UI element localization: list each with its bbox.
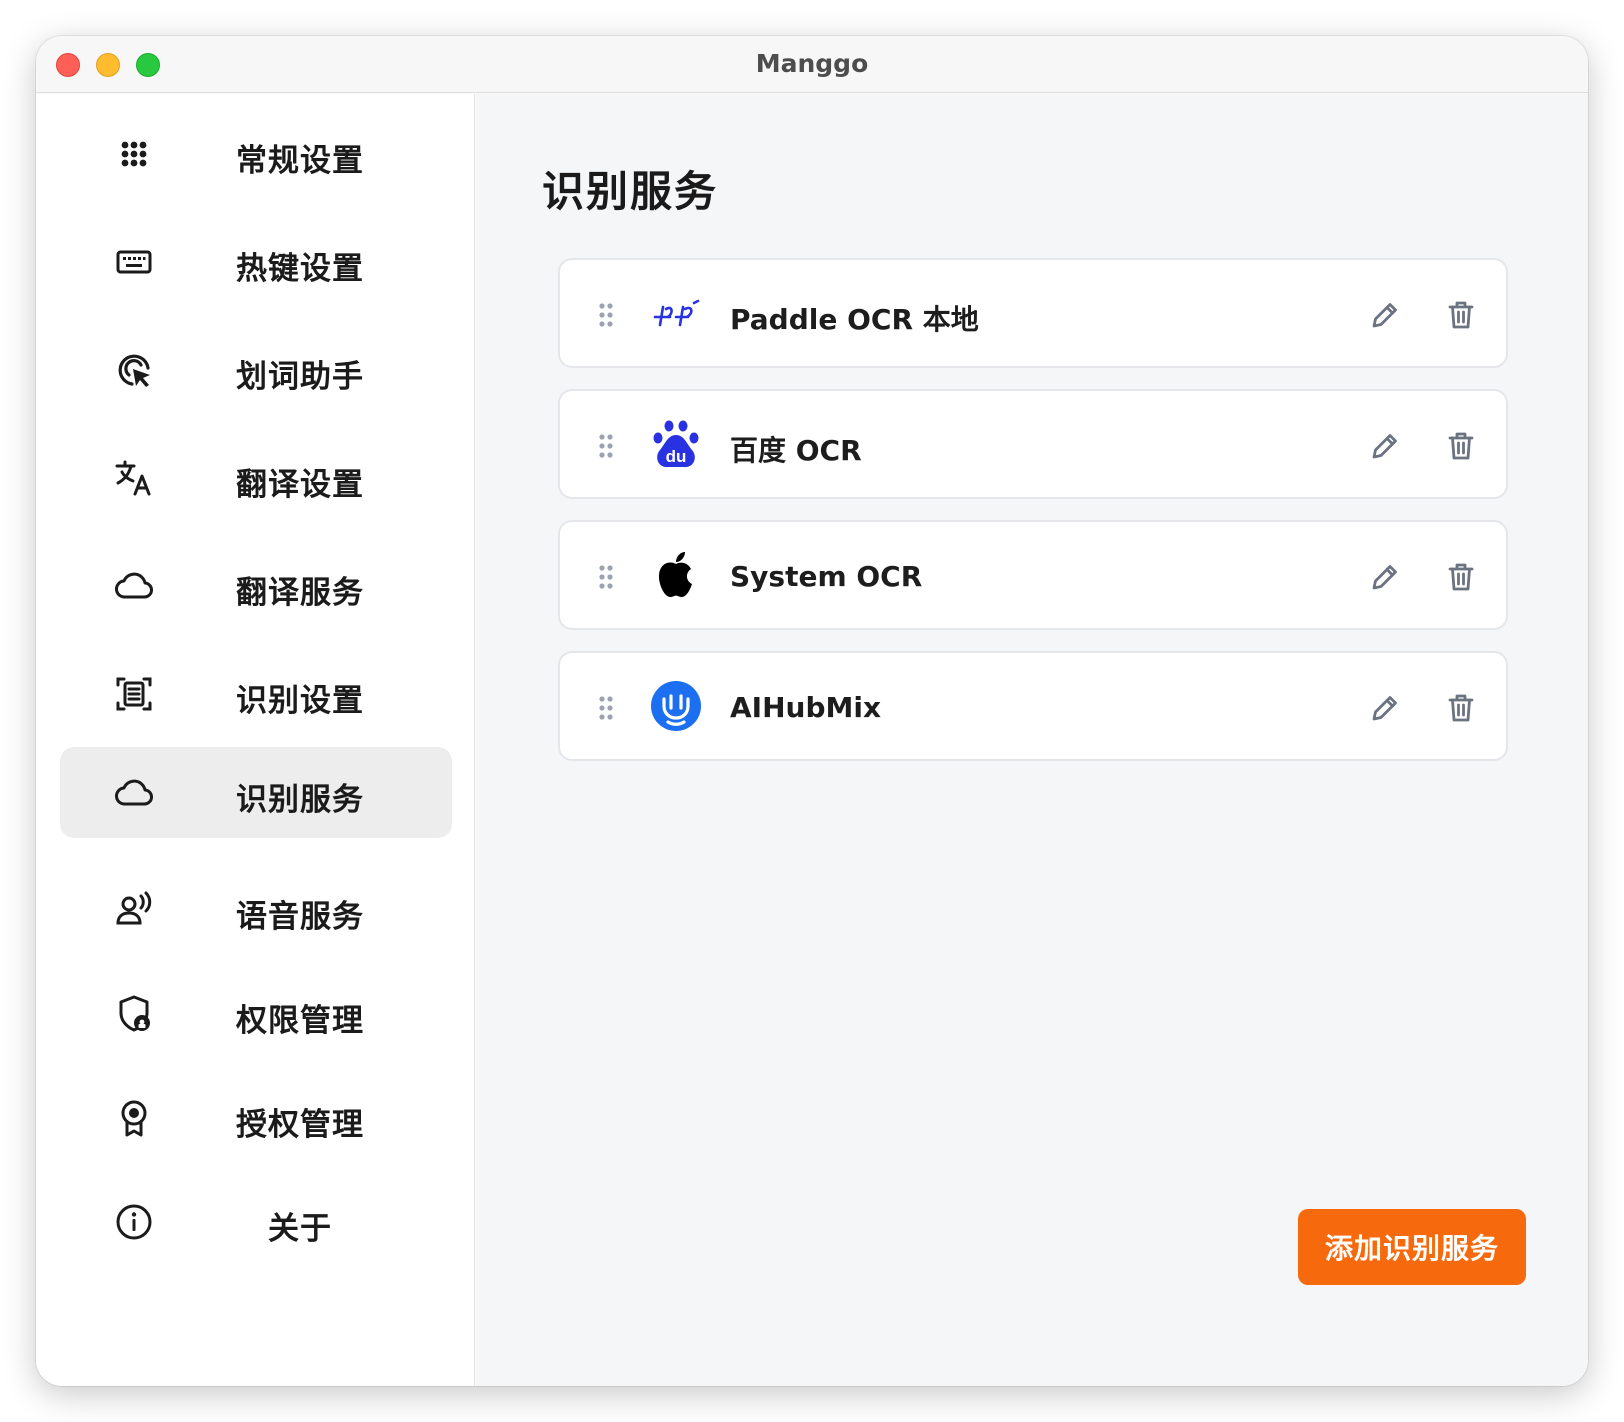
service-name: AIHubMix [730, 691, 882, 724]
sidebar-item-label: 翻译服务 [236, 575, 364, 611]
trash-icon[interactable] [1444, 691, 1478, 725]
sidebar-item-label: 热键设置 [236, 251, 364, 287]
edit-icon[interactable] [1368, 691, 1402, 725]
aihubmix-logo-icon [650, 680, 702, 732]
drag-handle-icon[interactable] [596, 300, 616, 330]
sidebar-item-ocr-settings[interactable]: 识别设置 [60, 648, 452, 739]
drag-handle-icon[interactable] [596, 562, 616, 592]
drag-handle-icon[interactable] [596, 431, 616, 461]
page-title: 识别服务 [542, 167, 719, 216]
shield-lock-icon [114, 994, 154, 1034]
info-icon [114, 1202, 154, 1242]
trash-icon[interactable] [1444, 560, 1478, 594]
grid-icon [114, 134, 154, 174]
sidebar: 常规设置 热键设置 划词助手 翻译设置 翻译服务 识别设置 识别服务 语音服务 … [36, 94, 475, 1386]
sidebar-item-license[interactable]: 授权管理 [60, 1072, 452, 1163]
sidebar-item-label: 语音服务 [236, 899, 364, 935]
keyboard-icon [114, 242, 154, 282]
add-ocr-service-button[interactable]: 添加识别服务 [1298, 1209, 1526, 1285]
sidebar-item-label: 翻译设置 [236, 467, 364, 503]
apple-logo-icon [650, 549, 702, 601]
sidebar-item-about[interactable]: 关于 [60, 1176, 452, 1267]
sidebar-item-label: 关于 [268, 1211, 332, 1247]
sidebar-item-ocr-services[interactable]: 识别服务 [60, 747, 452, 838]
baidu-logo-icon: du [650, 418, 702, 470]
cloud-icon [114, 773, 154, 813]
drag-handle-icon[interactable] [596, 693, 616, 723]
sidebar-item-hotkeys[interactable]: 热键设置 [60, 216, 452, 307]
service-card-baidu-ocr[interactable]: du 百度 OCR [558, 389, 1508, 499]
sidebar-item-translate-settings[interactable]: 翻译设置 [60, 432, 452, 523]
scan-text-icon [114, 674, 154, 714]
title-bar: Manggo [36, 36, 1588, 93]
edit-icon[interactable] [1368, 560, 1402, 594]
cursor-click-icon [114, 350, 154, 390]
sidebar-item-label: 识别设置 [236, 683, 364, 719]
service-name: 百度 OCR [730, 434, 862, 467]
trash-icon[interactable] [1444, 429, 1478, 463]
edit-icon[interactable] [1368, 429, 1402, 463]
svg-text:du: du [666, 447, 687, 466]
service-card-paddle-ocr[interactable]: Paddle OCR 本地 [558, 258, 1508, 368]
paddle-logo-icon [650, 287, 702, 339]
main-content: 识别服务 Paddle OCR 本地 du 百度 OCR System OCR … [476, 94, 1588, 1386]
sidebar-item-label: 识别服务 [236, 782, 364, 818]
sidebar-item-label: 授权管理 [236, 1107, 364, 1143]
sidebar-item-translate-services[interactable]: 翻译服务 [60, 540, 452, 631]
sidebar-item-label: 权限管理 [236, 1003, 364, 1039]
award-badge-icon [114, 1098, 154, 1138]
service-name: System OCR [730, 560, 923, 593]
service-card-system-ocr[interactable]: System OCR [558, 520, 1508, 630]
trash-icon[interactable] [1444, 298, 1478, 332]
user-voice-icon [114, 890, 154, 930]
service-name: Paddle OCR 本地 [730, 303, 979, 336]
sidebar-item-permissions[interactable]: 权限管理 [60, 968, 452, 1059]
app-window: Manggo 常规设置 热键设置 划词助手 翻译设置 翻译服务 识别设置 识别服… [36, 36, 1588, 1386]
sidebar-item-label: 常规设置 [236, 143, 364, 179]
sidebar-item-general[interactable]: 常规设置 [60, 108, 452, 199]
cloud-icon [114, 566, 154, 606]
edit-icon[interactable] [1368, 298, 1402, 332]
service-card-aihubmix[interactable]: AIHubMix [558, 651, 1508, 761]
sidebar-item-label: 划词助手 [236, 359, 364, 395]
translate-icon [114, 458, 154, 498]
window-title: Manggo [755, 49, 869, 78]
sidebar-item-selection-helper[interactable]: 划词助手 [60, 324, 452, 415]
sidebar-item-voice-services[interactable]: 语音服务 [60, 864, 452, 955]
